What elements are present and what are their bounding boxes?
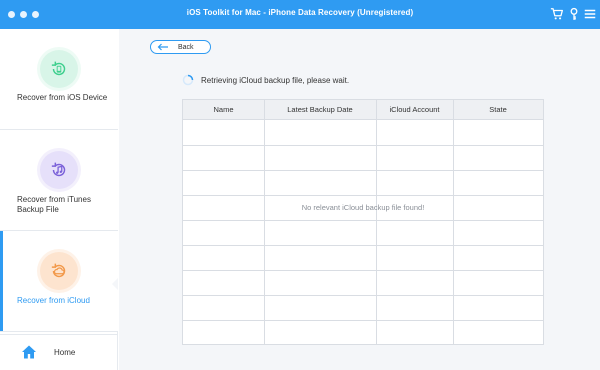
sidebar-item-ios-device[interactable]: Recover from iOS Device <box>0 29 118 130</box>
main-panel: Back Retrieving iCloud backup file, plea… <box>119 29 600 370</box>
icloud-icon <box>40 252 78 290</box>
title-bar: iOS Toolkit for Mac - iPhone Data Recove… <box>0 0 600 29</box>
sidebar-item-itunes-backup[interactable]: Recover from iTunes Backup File <box>0 130 118 231</box>
empty-table-message: No relevant iCloud backup file found! <box>301 203 425 212</box>
home-label: Home <box>54 348 76 357</box>
backup-table: Name Latest Backup Date iCloud Account S… <box>182 99 544 345</box>
window-title: iOS Toolkit for Mac - iPhone Data Recove… <box>186 8 414 17</box>
back-button[interactable]: Back <box>150 40 211 54</box>
column-divider <box>453 100 454 344</box>
home-icon <box>21 344 37 360</box>
row-divider <box>183 320 543 321</box>
active-indicator <box>0 231 3 331</box>
back-arrow-icon <box>157 43 169 51</box>
sidebar-item-icloud[interactable]: Recover from iCloud <box>0 231 118 332</box>
home-button[interactable]: Home <box>0 334 118 370</box>
cart-icon[interactable] <box>550 7 564 21</box>
row-divider <box>183 295 543 296</box>
column-divider <box>264 100 265 344</box>
itunes-icon <box>40 151 78 189</box>
row-divider <box>183 220 543 221</box>
status-text: Retrieving iCloud backup file, please wa… <box>201 75 350 85</box>
active-pointer <box>112 278 118 290</box>
row-divider <box>183 270 543 271</box>
back-label: Back <box>178 43 194 51</box>
column-header-icloud-account[interactable]: iCloud Account <box>376 100 453 120</box>
sidebar-item-label: Recover from iCloud <box>17 296 90 305</box>
row-divider <box>183 145 543 146</box>
table-header: Name Latest Backup Date iCloud Account S… <box>183 100 543 120</box>
row-divider <box>183 195 543 196</box>
menu-icon[interactable] <box>583 7 597 21</box>
column-header-state[interactable]: State <box>453 100 543 120</box>
sidebar: Recover from iOS Device Recover from iTu… <box>0 29 118 370</box>
sidebar-item-label: Recover from iOS Device <box>17 93 108 102</box>
ios-device-icon <box>40 50 78 88</box>
column-header-latest-backup-date[interactable]: Latest Backup Date <box>264 100 376 120</box>
column-header-name[interactable]: Name <box>183 100 264 120</box>
sidebar-item-label: Recover from iTunes Backup File <box>17 195 91 214</box>
status-row: Retrieving iCloud backup file, please wa… <box>182 74 349 86</box>
loading-spinner-icon <box>182 74 194 86</box>
column-divider <box>376 100 377 344</box>
row-divider <box>183 245 543 246</box>
key-icon[interactable] <box>567 7 581 21</box>
row-divider <box>183 170 543 171</box>
